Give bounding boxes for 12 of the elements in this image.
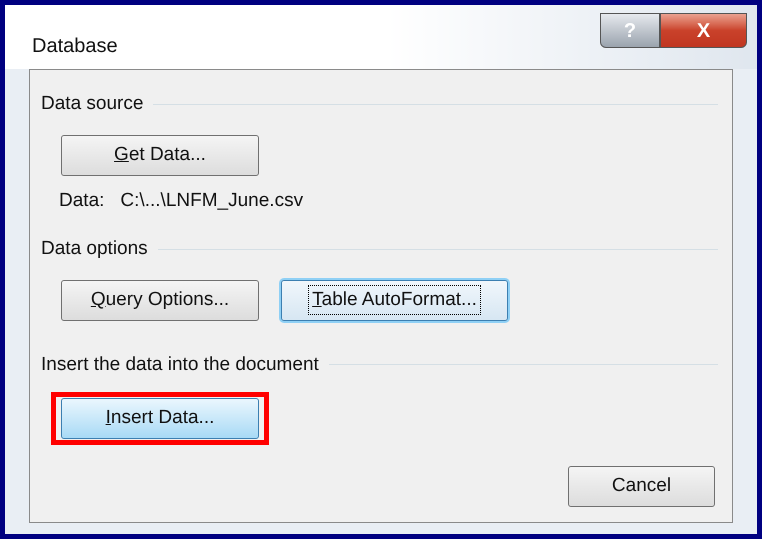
dialog-button[interactable]: Get Data... (61, 134, 259, 176)
close-button[interactable]: X (660, 13, 747, 48)
dialog-button[interactable]: Table AutoFormat... (281, 280, 508, 320)
group-title: Data options (41, 237, 148, 261)
group-title: Insert the data into the document (41, 352, 319, 376)
dialog-button[interactable]: Query Options... (61, 280, 259, 320)
data-path: C:\...\LNFM_June.csv (120, 188, 304, 212)
window-title: Database (32, 34, 118, 59)
data-label: Data: (59, 188, 104, 212)
group-title: Data source (41, 92, 144, 116)
dialog-button[interactable]: Insert Data... (61, 398, 259, 439)
dialog-button[interactable]: Cancel (568, 466, 715, 507)
